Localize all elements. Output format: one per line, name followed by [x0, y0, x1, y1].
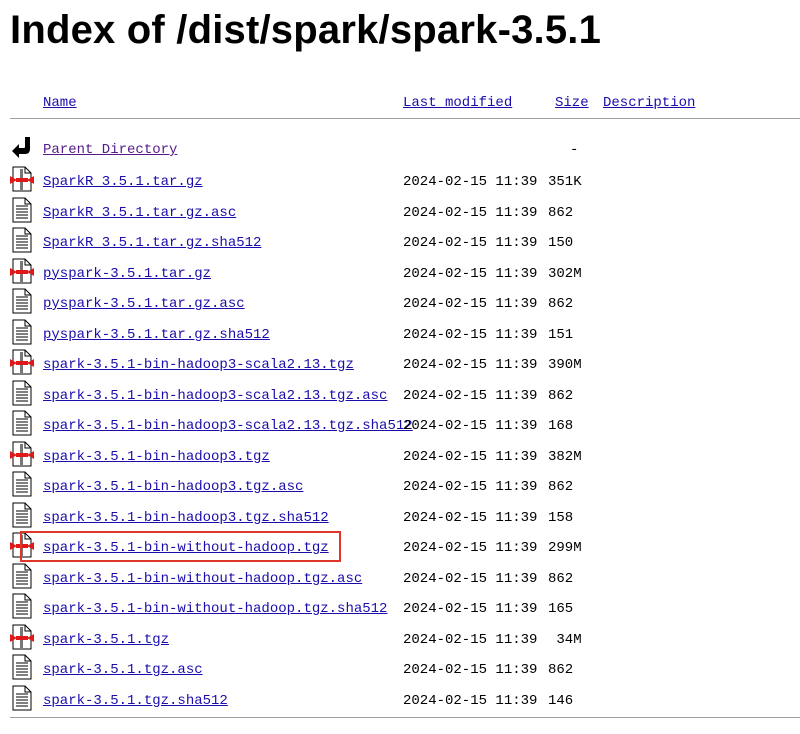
file-size: 382M: [548, 448, 582, 465]
file-link[interactable]: pyspark-3.5.1.tar.gz.sha512: [43, 326, 270, 344]
file-row: pyspark-3.5.1.tar.gz.sha512 2024-02-15 11…: [0, 319, 800, 350]
file-size: 390M: [548, 357, 582, 373]
file-row: spark-3.5.1-bin-hadoop3.tgz.sha512 2024-0…: [0, 502, 800, 533]
file-row: spark-3.5.1.tgz 2024-02-15 11:39 34M: [0, 624, 800, 655]
parent-directory-link[interactable]: Parent Directory: [43, 141, 177, 159]
text-file-icon: [10, 502, 34, 528]
file-size: 862: [548, 204, 574, 221]
text-file-icon: [10, 410, 34, 436]
file-link[interactable]: SparkR_3.5.1.tar.gz.sha512: [43, 234, 261, 252]
file-last-modified: 2024-02-15 11:39: [403, 601, 538, 617]
file-row: pyspark-3.5.1.tar.gz 2024-02-15 11:39 302M: [0, 258, 800, 289]
file-link[interactable]: pyspark-3.5.1.tar.gz.asc: [43, 295, 245, 313]
file-row: SparkR_3.5.1.tar.gz.asc 2024-02-15 11:39 8…: [0, 197, 800, 228]
text-file-icon: [10, 563, 34, 589]
file-size: 862: [548, 387, 574, 404]
text-file-icon: [10, 593, 34, 619]
file-last-modified: 2024-02-15 11:39: [403, 357, 538, 373]
file-row: SparkR_3.5.1.tar.gz 2024-02-15 11:39 351K: [0, 166, 800, 197]
archive-icon: [10, 166, 34, 192]
file-last-modified: 2024-02-15 11:39: [403, 448, 538, 465]
page-title: Index of /dist/spark/spark-3.5.1: [10, 8, 602, 52]
file-last-modified: 2024-02-15 11:39: [403, 387, 538, 404]
file-last-modified: 2024-02-15 11:39: [403, 662, 538, 678]
archive-icon: [10, 258, 34, 284]
text-file-icon: [10, 319, 34, 345]
text-file-icon: [10, 227, 34, 253]
file-link[interactable]: spark-3.5.1.tgz.sha512: [43, 692, 228, 710]
file-size: 151: [548, 326, 574, 343]
file-last-modified: 2024-02-15 11:39: [403, 479, 538, 495]
file-last-modified: 2024-02-15 11:39: [403, 570, 538, 587]
file-last-modified: 2024-02-15 11:39: [403, 692, 538, 709]
file-row: spark-3.5.1-bin-hadoop3-scala2.13.tgz.sh…: [0, 410, 800, 441]
file-link[interactable]: pyspark-3.5.1.tar.gz: [43, 265, 211, 283]
file-row: pyspark-3.5.1.tar.gz.asc 2024-02-15 11:39…: [0, 288, 800, 319]
file-row: spark-3.5.1-bin-hadoop3.tgz.asc 2024-02-1…: [0, 471, 800, 502]
file-link[interactable]: spark-3.5.1-bin-hadoop3-scala2.13.tgz: [43, 356, 354, 374]
back-arrow-icon: [10, 134, 34, 160]
file-link[interactable]: spark-3.5.1.tgz: [43, 631, 169, 649]
file-last-modified: 2024-02-15 11:39: [403, 204, 538, 221]
column-header-name[interactable]: Name: [43, 94, 77, 112]
file-last-modified: 2024-02-15 11:39: [403, 235, 538, 251]
parent-directory-row: Parent Directory -: [0, 135, 800, 165]
file-row: spark-3.5.1-bin-without-hadoop.tgz.sha51…: [0, 593, 800, 624]
file-last-modified: 2024-02-15 11:39: [403, 509, 538, 526]
file-link[interactable]: spark-3.5.1.tgz.asc: [43, 661, 203, 679]
header-divider: [10, 118, 800, 119]
text-file-icon: [10, 288, 34, 314]
file-last-modified: 2024-02-15 11:39: [403, 540, 538, 556]
file-row: spark-3.5.1-bin-hadoop3.tgz 2024-02-15 11…: [0, 441, 800, 472]
file-last-modified: 2024-02-15 11:39: [403, 265, 538, 282]
file-link[interactable]: spark-3.5.1-bin-hadoop3.tgz: [43, 448, 270, 466]
file-last-modified: 2024-02-15 11:39: [403, 174, 538, 190]
archive-icon: [10, 624, 34, 650]
file-link[interactable]: spark-3.5.1-bin-without-hadoop.tgz.asc: [43, 570, 362, 588]
archive-icon: [10, 349, 34, 375]
file-size: 150: [548, 235, 574, 251]
text-file-icon: [10, 380, 34, 406]
file-last-modified: 2024-02-15 11:39: [403, 631, 538, 648]
column-header-last-modified[interactable]: Last modified: [403, 94, 512, 112]
file-last-modified: 2024-02-15 11:39: [403, 418, 538, 434]
file-link[interactable]: spark-3.5.1-bin-hadoop3-scala2.13.tgz.as…: [43, 387, 387, 405]
file-row: SparkR_3.5.1.tar.gz.sha512 2024-02-15 11:…: [0, 227, 800, 258]
file-link[interactable]: SparkR_3.5.1.tar.gz.asc: [43, 204, 236, 222]
file-last-modified: 2024-02-15 11:39: [403, 326, 538, 343]
file-link[interactable]: spark-3.5.1-bin-hadoop3.tgz.asc: [43, 478, 303, 496]
column-header-size[interactable]: Size: [555, 94, 589, 112]
parent-size: -: [570, 142, 579, 158]
footer-divider: [10, 717, 800, 718]
text-file-icon: [10, 654, 34, 680]
text-file-icon: [10, 471, 34, 497]
file-last-modified: 2024-02-15 11:39: [403, 296, 538, 312]
text-file-icon: [10, 685, 34, 711]
file-row: spark-3.5.1-bin-hadoop3-scala2.13.tgz.as…: [0, 380, 800, 411]
file-link[interactable]: SparkR_3.5.1.tar.gz: [43, 173, 203, 191]
column-header-description[interactable]: Description: [603, 94, 695, 112]
file-size: 34M: [548, 631, 582, 648]
file-size: 862: [548, 296, 574, 312]
file-link[interactable]: spark-3.5.1-bin-hadoop3-scala2.13.tgz.sh…: [43, 417, 413, 435]
file-row: spark-3.5.1.tgz.asc 2024-02-15 11:39 862: [0, 654, 800, 685]
file-size: 862: [548, 662, 574, 678]
file-size: 862: [548, 479, 574, 495]
file-row: spark-3.5.1-bin-without-hadoop.tgz.asc 20…: [0, 563, 800, 594]
file-link[interactable]: spark-3.5.1-bin-hadoop3.tgz.sha512: [43, 509, 329, 527]
file-size: 158: [548, 509, 574, 526]
file-size: 302M: [548, 265, 582, 282]
file-row: spark-3.5.1-bin-hadoop3-scala2.13.tgz 202…: [0, 349, 800, 380]
file-size: 146: [548, 692, 574, 709]
archive-icon: [10, 441, 34, 467]
file-size: 168: [548, 418, 574, 434]
file-size: 165: [548, 601, 574, 617]
file-link[interactable]: spark-3.5.1-bin-without-hadoop.tgz.sha51…: [43, 600, 387, 618]
file-size: 351K: [548, 174, 582, 190]
highlight-box: [20, 531, 341, 562]
file-row: spark-3.5.1.tgz.sha512 2024-02-15 11:39 14…: [0, 685, 800, 716]
text-file-icon: [10, 197, 34, 223]
file-size: 862: [548, 570, 574, 587]
file-size: 299M: [548, 540, 582, 556]
